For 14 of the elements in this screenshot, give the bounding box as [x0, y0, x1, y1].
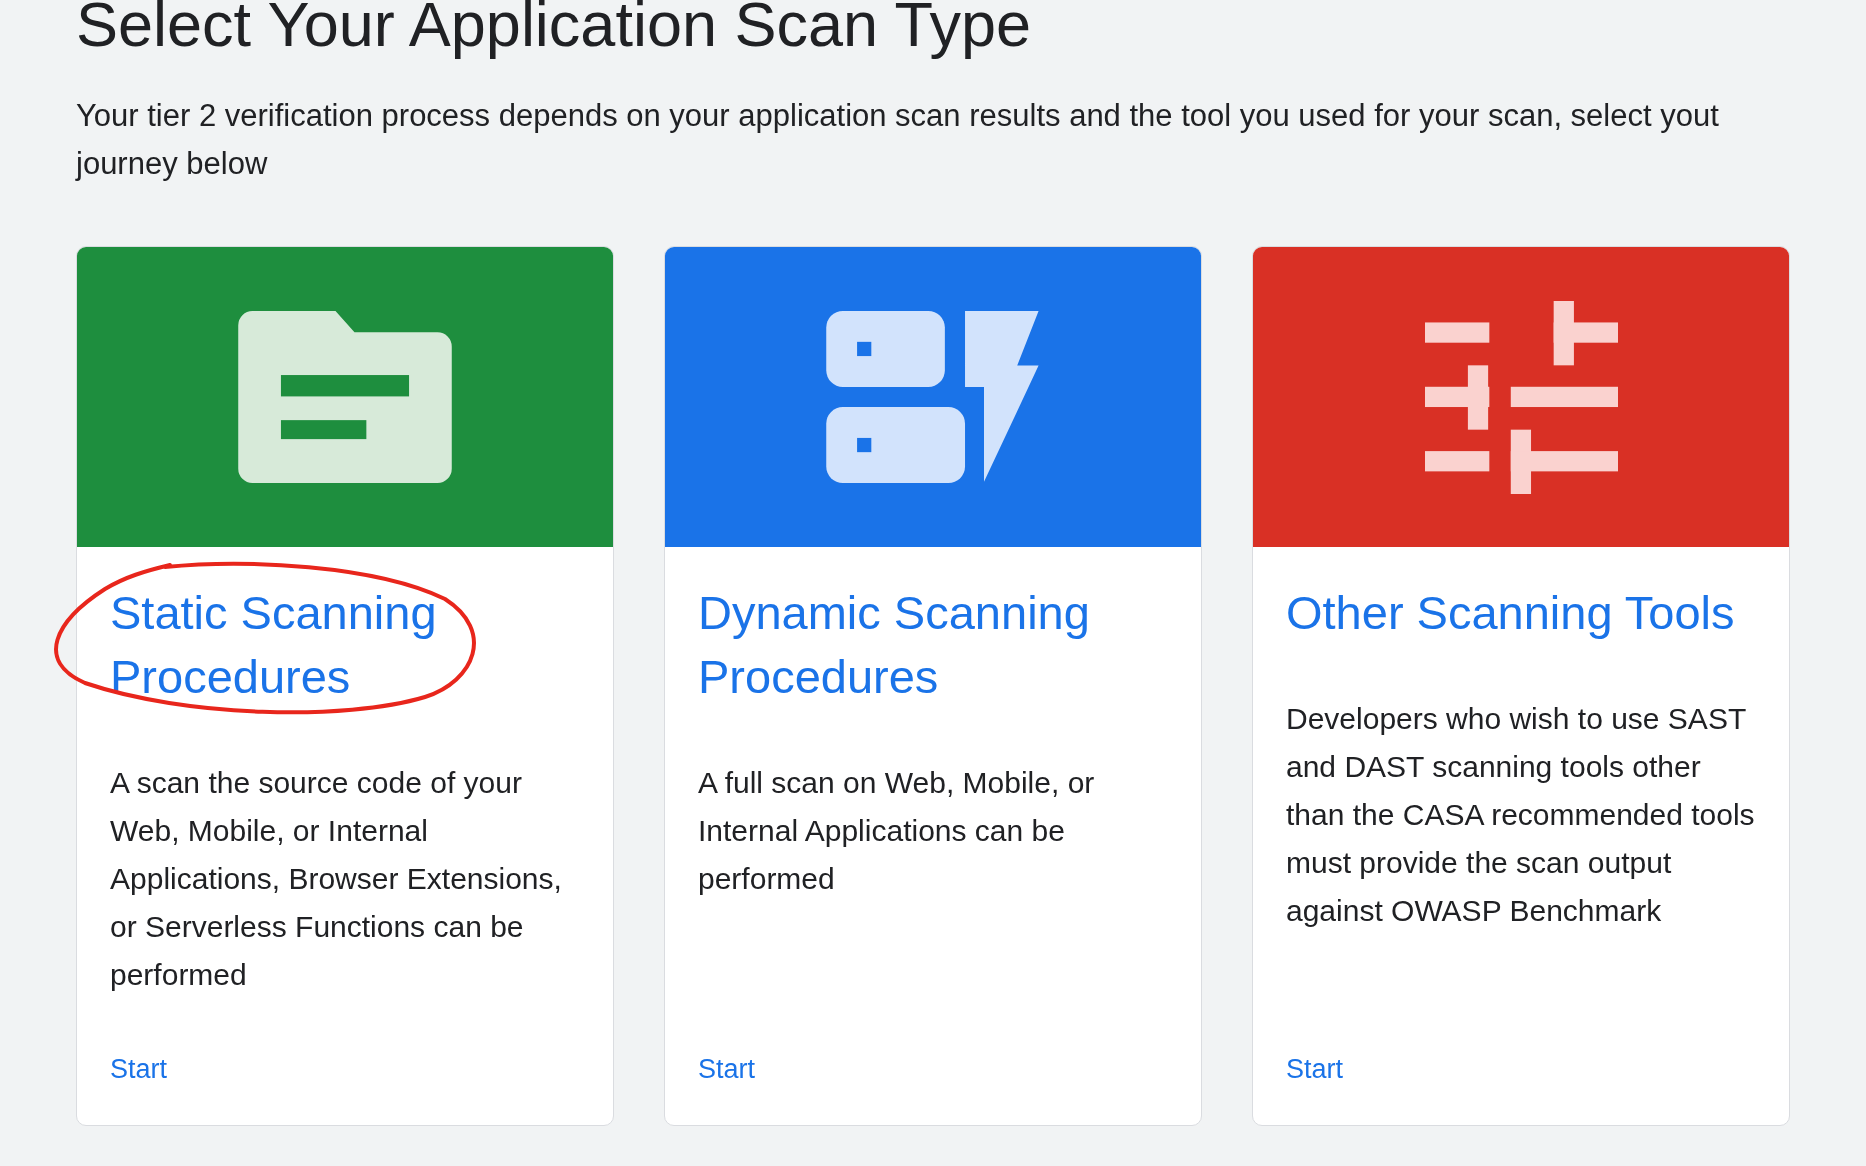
card-description: A full scan on Web, Mobile, or Internal Applications can be performed	[698, 765, 1096, 897]
start-link[interactable]: Start	[1286, 1054, 1344, 1085]
start-link[interactable]: Start	[110, 1054, 168, 1085]
start-link[interactable]: Start	[698, 1054, 756, 1085]
card-title[interactable]: Dynamic Scanning Procedures	[698, 581, 1169, 709]
sliders-icon	[1424, 300, 1618, 494]
card-title[interactable]: Other Scanning Tools	[1286, 581, 1735, 645]
storage-bolt-icon	[826, 311, 1040, 483]
card-title[interactable]: Static Scanning Procedures	[110, 581, 581, 709]
folder-icon	[238, 311, 452, 483]
card-description: A scan the source code of your Web, Mobile, or Internal Applications, Browser Extensions, or Serverless Functions can be performed	[110, 765, 563, 993]
page-title: Select Your Application Scan Type	[76, 0, 1033, 61]
intro-text: Your tier 2 verification process depends on your application scan results and the tool you used for your scan, select yout journey below	[76, 97, 1720, 183]
card-description: Developers who wish to use SAST and DAST scanning tools other than the CASA recommended tools must provide the scan output against OWASP Benchmark	[1286, 701, 1756, 929]
